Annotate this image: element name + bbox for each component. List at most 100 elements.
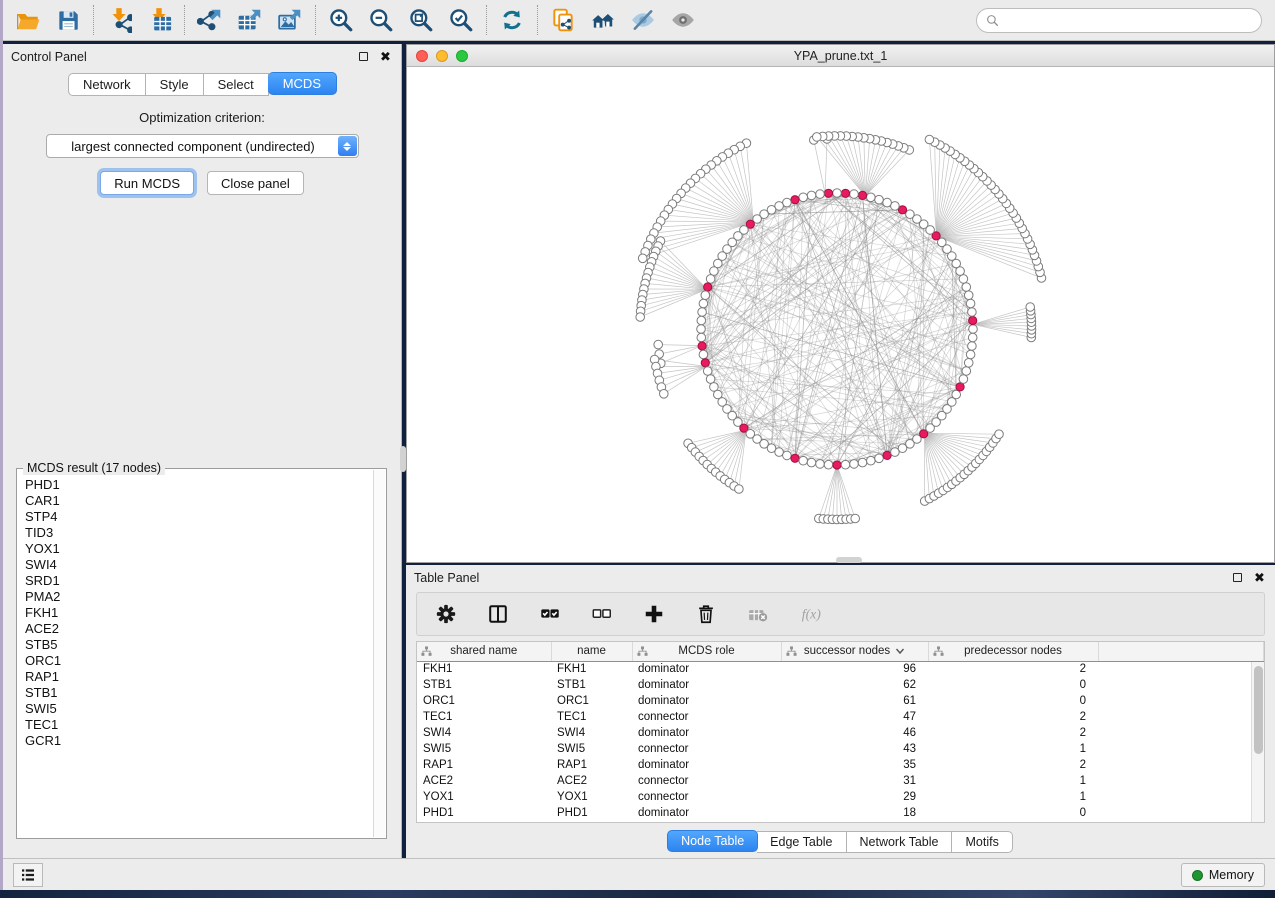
add-column-button[interactable] bbox=[641, 601, 667, 627]
table-cell: 96 bbox=[781, 661, 928, 677]
first-neighbors-button[interactable] bbox=[583, 3, 623, 37]
memory-button[interactable]: Memory bbox=[1181, 863, 1265, 887]
table-cell: 2 bbox=[928, 709, 1098, 725]
table-cell: 0 bbox=[928, 693, 1098, 709]
toolbar-separator bbox=[93, 5, 94, 35]
column-header-successor-nodes[interactable]: successor nodes bbox=[781, 642, 928, 661]
refresh-icon bbox=[499, 7, 525, 33]
zoom-fit-button[interactable] bbox=[401, 3, 441, 37]
tab-node-table[interactable]: Node Table bbox=[667, 830, 758, 852]
table-cell: PHD1 bbox=[417, 805, 551, 821]
svg-text:f(x): f(x) bbox=[802, 607, 821, 623]
mcds-result-item[interactable]: YOX1 bbox=[25, 541, 373, 557]
vertical-splitter-handle[interactable] bbox=[400, 446, 406, 472]
column-header-predecessor-nodes[interactable]: predecessor nodes bbox=[928, 642, 1098, 661]
open-session-button[interactable] bbox=[8, 3, 48, 37]
hide-selected-button[interactable] bbox=[623, 3, 663, 37]
table-row[interactable]: ACE2ACE2connector311 bbox=[417, 773, 1264, 789]
tab-style[interactable]: Style bbox=[146, 73, 204, 96]
run-mcds-button[interactable]: Run MCDS bbox=[100, 171, 194, 195]
mcds-result-item[interactable]: PHD1 bbox=[25, 477, 373, 493]
delete-column-button[interactable] bbox=[693, 601, 719, 627]
desktop-edge-left bbox=[0, 0, 3, 891]
mcds-result-item[interactable]: TID3 bbox=[25, 525, 373, 541]
close-panel-icon[interactable]: ✖ bbox=[378, 49, 393, 64]
import-network-button[interactable] bbox=[99, 3, 139, 37]
node-table-body: FKH1FKH1dominator962STB1STB1dominator620… bbox=[417, 661, 1264, 821]
mcds-result-item[interactable]: FKH1 bbox=[25, 605, 373, 621]
column-header-MCDS-role[interactable]: MCDS role bbox=[632, 642, 781, 661]
zoom-out-icon bbox=[368, 7, 394, 33]
column-header-name[interactable]: name bbox=[551, 642, 632, 661]
tab-select[interactable]: Select bbox=[204, 73, 269, 96]
export-image-button[interactable] bbox=[270, 3, 310, 37]
table-row[interactable]: ORC1ORC1dominator610 bbox=[417, 693, 1264, 709]
mcds-result-item[interactable]: SWI5 bbox=[25, 701, 373, 717]
task-history-button[interactable] bbox=[13, 863, 43, 887]
tab-network[interactable]: Network bbox=[68, 73, 146, 96]
network-graph-canvas[interactable] bbox=[407, 67, 1274, 562]
table-row[interactable]: SWI5SWI5connector431 bbox=[417, 741, 1264, 757]
table-row[interactable]: SWI4SWI4dominator462 bbox=[417, 725, 1264, 741]
deselect-all-button[interactable] bbox=[589, 601, 615, 627]
network-window-title: YPA_prune.txt_1 bbox=[407, 49, 1274, 63]
table-row[interactable]: TEC1TEC1connector472 bbox=[417, 709, 1264, 725]
optimization-criterion-select[interactable]: largest connected component (undirected) bbox=[46, 134, 359, 158]
export-network-button[interactable] bbox=[190, 3, 230, 37]
column-header-shared-name[interactable]: shared name bbox=[417, 642, 551, 661]
show-all-button[interactable] bbox=[663, 3, 703, 37]
table-row[interactable]: YOX1YOX1connector291 bbox=[417, 789, 1264, 805]
column-type-icon bbox=[637, 646, 648, 657]
close-table-panel-icon[interactable]: ✖ bbox=[1252, 570, 1267, 585]
delete-table-icon bbox=[747, 603, 769, 625]
mcds-result-item[interactable]: SWI4 bbox=[25, 557, 373, 573]
zoom-in-button[interactable] bbox=[321, 3, 361, 37]
tab-motifs[interactable]: Motifs bbox=[952, 831, 1012, 853]
duplicate-network-button[interactable] bbox=[543, 3, 583, 37]
mcds-result-item[interactable]: STB5 bbox=[25, 637, 373, 653]
zoom-out-button[interactable] bbox=[361, 3, 401, 37]
duplicate-network-icon bbox=[550, 7, 576, 33]
table-row[interactable]: STB1STB1dominator620 bbox=[417, 677, 1264, 693]
search-input[interactable] bbox=[1005, 14, 1252, 28]
table-scrollbar-thumb[interactable] bbox=[1254, 666, 1263, 754]
float-table-panel-icon[interactable] bbox=[1230, 570, 1245, 585]
tab-network-table[interactable]: Network Table bbox=[847, 831, 953, 853]
tab-mcds[interactable]: MCDS bbox=[268, 72, 337, 95]
mcds-result-item[interactable]: ORC1 bbox=[25, 653, 373, 669]
zoom-selected-button[interactable] bbox=[441, 3, 481, 37]
close-panel-button[interactable]: Close panel bbox=[207, 171, 304, 195]
mcds-result-item[interactable]: RAP1 bbox=[25, 669, 373, 685]
mcds-result-item[interactable]: CAR1 bbox=[25, 493, 373, 509]
refresh-button[interactable] bbox=[492, 3, 532, 37]
mcds-result-list[interactable]: PHD1CAR1STP4TID3YOX1SWI4SRD1PMA2FKH1ACE2… bbox=[18, 471, 373, 837]
table-row[interactable]: RAP1RAP1dominator352 bbox=[417, 757, 1264, 773]
table-row[interactable]: PHD1PHD1dominator180 bbox=[417, 805, 1264, 821]
settings-gear-button[interactable] bbox=[433, 601, 459, 627]
export-table-button[interactable] bbox=[230, 3, 270, 37]
save-session-button[interactable] bbox=[48, 3, 88, 37]
show-all-icon bbox=[670, 7, 696, 33]
mcds-result-item[interactable]: ACE2 bbox=[25, 621, 373, 637]
columns-button[interactable] bbox=[485, 601, 511, 627]
float-panel-icon[interactable] bbox=[356, 49, 371, 64]
toolbar-separator bbox=[184, 5, 185, 35]
table-row[interactable]: FKH1FKH1dominator962 bbox=[417, 661, 1264, 677]
horizontal-splitter-handle[interactable] bbox=[836, 557, 862, 563]
table-cell: dominator bbox=[632, 805, 781, 821]
mcds-result-item[interactable]: SRD1 bbox=[25, 573, 373, 589]
mcds-result-item[interactable]: STP4 bbox=[25, 509, 373, 525]
select-all-button[interactable] bbox=[537, 601, 563, 627]
tab-edge-table[interactable]: Edge Table bbox=[757, 831, 846, 853]
table-scrollbar[interactable] bbox=[1251, 662, 1264, 822]
mcds-result-item[interactable]: GCR1 bbox=[25, 733, 373, 749]
import-table-button[interactable] bbox=[139, 3, 179, 37]
table-cell: connector bbox=[632, 709, 781, 725]
mcds-result-item[interactable]: STB1 bbox=[25, 685, 373, 701]
search-box[interactable] bbox=[976, 8, 1262, 33]
table-cell bbox=[1098, 693, 1264, 709]
table-cell: connector bbox=[632, 773, 781, 789]
mcds-result-item[interactable]: PMA2 bbox=[25, 589, 373, 605]
mcds-list-scrollbar[interactable] bbox=[373, 470, 385, 837]
mcds-result-item[interactable]: TEC1 bbox=[25, 717, 373, 733]
